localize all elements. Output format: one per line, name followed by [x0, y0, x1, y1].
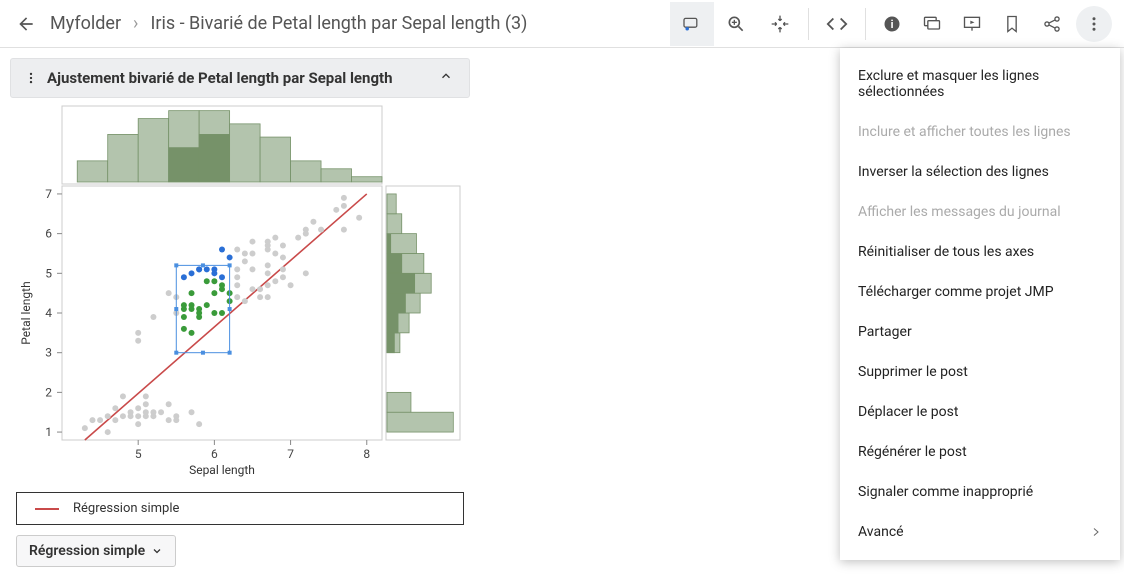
panel-title: Ajustement bivarié de Petal length par S… — [41, 69, 439, 87]
info-icon[interactable]: i — [872, 2, 912, 46]
collapse-icon[interactable] — [439, 69, 459, 87]
breadcrumb-leaf[interactable]: Iris - Bivarié de Petal length par Sepal… — [144, 13, 533, 34]
menu-item-7[interactable]: Supprimer le post — [840, 352, 1120, 392]
panel-header[interactable]: Ajustement bivarié de Petal length par S… — [10, 58, 470, 98]
svg-text:2: 2 — [45, 385, 52, 399]
share-icon[interactable] — [1032, 2, 1072, 46]
svg-text:7: 7 — [45, 187, 52, 201]
menu-item-3: Afficher les messages du journal — [840, 192, 1120, 232]
svg-text:i: i — [891, 18, 894, 31]
legend-label: Régression simple — [73, 501, 179, 516]
analysis-panel: Ajustement bivarié de Petal length par S… — [10, 58, 470, 567]
bookmark-icon[interactable] — [992, 2, 1032, 46]
toolbar-divider — [808, 8, 809, 40]
breadcrumb-sep: › — [127, 13, 144, 34]
present-icon[interactable] — [952, 2, 992, 46]
svg-text:7: 7 — [287, 447, 294, 461]
svg-text:4: 4 — [45, 306, 52, 320]
svg-text:Sepal length: Sepal length — [189, 463, 255, 477]
zoom-tool[interactable] — [714, 2, 758, 46]
menu-item-1: Inclure et afficher toutes les lignes — [840, 112, 1120, 152]
dropdown-label: Régression simple — [29, 543, 145, 559]
legend: Régression simple — [16, 492, 464, 525]
bivariate-chart[interactable]: 5 6 7 8 1 2 3 4 5 6 7 Sepal length Petal length — [14, 102, 466, 482]
code-tool[interactable] — [815, 2, 859, 46]
svg-text:5: 5 — [45, 266, 52, 280]
more-menu-button[interactable] — [1076, 6, 1112, 42]
menu-item-4[interactable]: Réinitialiser de tous les axes — [840, 232, 1120, 272]
menu-item-10[interactable]: Signaler comme inapproprié — [840, 472, 1120, 512]
back-button[interactable] — [8, 6, 44, 42]
svg-text:5: 5 — [135, 447, 142, 461]
breadcrumb-root[interactable]: Myfolder — [44, 13, 127, 34]
chevron-down-icon — [151, 545, 163, 557]
svg-text:1: 1 — [45, 425, 52, 439]
menu-item-8[interactable]: Déplacer le post — [840, 392, 1120, 432]
menu-item-9[interactable]: Régénérer le post — [840, 432, 1120, 472]
menu-item-11[interactable]: Avancé — [840, 512, 1120, 552]
regression-dropdown[interactable]: Régression simple — [16, 535, 176, 567]
svg-text:6: 6 — [45, 227, 52, 241]
chart-container[interactable]: 5 6 7 8 1 2 3 4 5 6 7 Sepal length Petal length — [10, 98, 470, 488]
panel-menu-icon[interactable] — [21, 71, 41, 85]
menu-item-5[interactable]: Télécharger comme projet JMP — [840, 272, 1120, 312]
svg-text:6: 6 — [211, 447, 218, 461]
comment-icon[interactable] — [912, 2, 952, 46]
header-bar: Myfolder › Iris - Bivarié de Petal lengt… — [0, 0, 1124, 48]
context-menu: Exclure et masquer les lignes sélectionn… — [840, 48, 1120, 560]
menu-item-0[interactable]: Exclure et masquer les lignes sélectionn… — [840, 56, 1120, 112]
legend-swatch — [35, 508, 59, 510]
svg-text:3: 3 — [45, 346, 52, 360]
toolbar-divider2 — [865, 8, 866, 40]
pan-tool[interactable] — [758, 2, 802, 46]
svg-text:8: 8 — [363, 447, 370, 461]
menu-item-2[interactable]: Inverser la sélection des lignes — [840, 152, 1120, 192]
menu-item-6[interactable]: Partager — [840, 312, 1120, 352]
svg-text:Petal length: Petal length — [19, 281, 33, 344]
annotate-tool[interactable] — [670, 2, 714, 46]
